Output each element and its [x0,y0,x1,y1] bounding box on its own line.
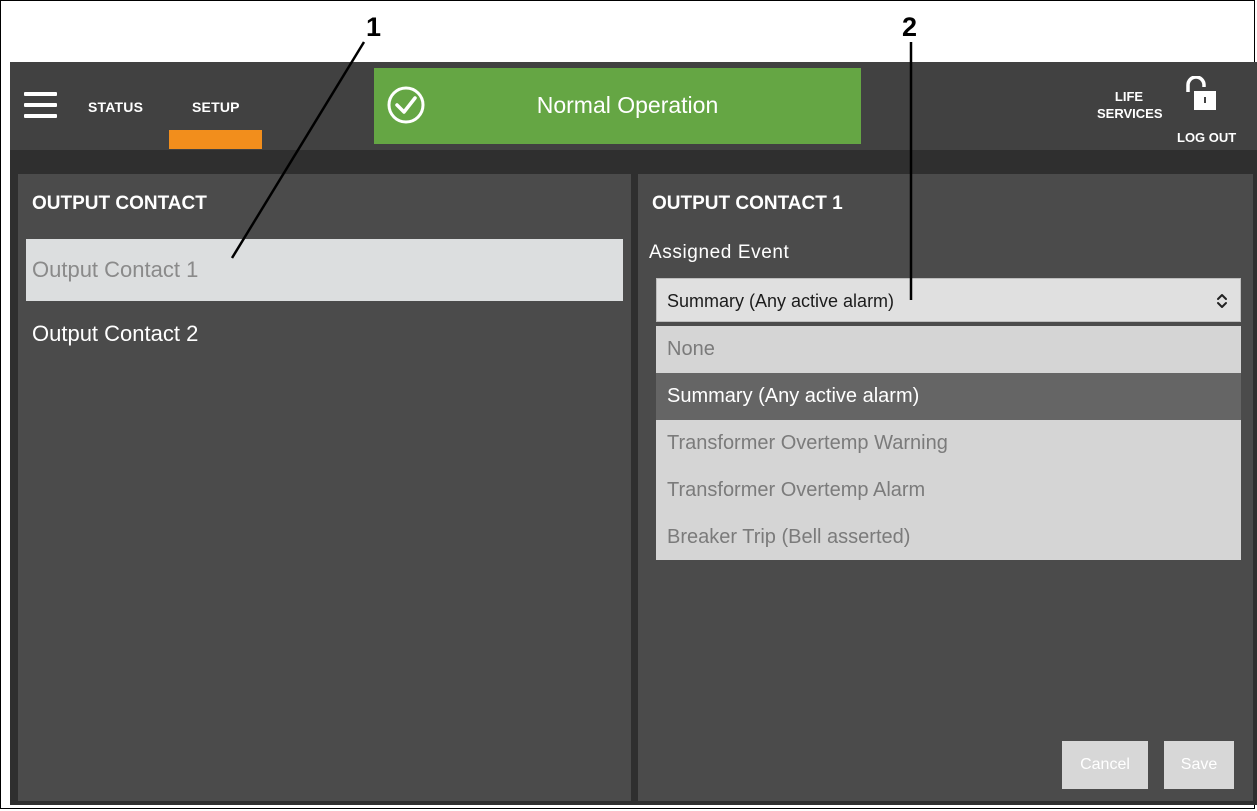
status-banner-text: Normal Operation [536,92,719,118]
output-contact-list-panel: OUTPUT CONTACT Output Contact 1 Output C… [18,174,631,801]
detail-title: OUTPUT CONTACT 1 [652,193,843,214]
option-none[interactable]: None [656,326,1241,373]
status-banner: Normal Operation [374,68,861,144]
active-tab-indicator [169,130,262,149]
life-services-line-1: LIFE [1114,89,1144,104]
option-transformer-overtemp-warning[interactable]: Transformer Overtemp Warning [656,420,1241,467]
logout-button[interactable]: LOG OUT [1177,130,1236,145]
list-item-output-contact-1[interactable]: Output Contact 1 [26,239,623,301]
panel-title: OUTPUT CONTACT [32,193,207,214]
output-contact-detail-panel: OUTPUT CONTACT 1 Assigned Event Summary … [638,174,1253,801]
life-services-link[interactable]: LIFE SERVICES [1097,88,1163,122]
option-breaker-trip[interactable]: Breaker Trip (Bell asserted) [656,514,1241,561]
callout-2: 2 [902,12,918,42]
list-item-output-contact-2[interactable]: Output Contact 2 [26,303,623,365]
top-navigation-bar: STATUS SETUP Normal Operation LIFE SERVI… [10,62,1257,150]
assigned-event-select[interactable]: Summary (Any active alarm) [656,278,1241,322]
cancel-button[interactable]: Cancel [1062,741,1148,789]
assigned-event-options: None Summary (Any active alarm) Transfor… [656,326,1241,560]
tab-status[interactable]: STATUS [88,99,143,115]
option-transformer-overtemp-alarm[interactable]: Transformer Overtemp Alarm [656,467,1241,514]
select-value: Summary (Any active alarm) [667,291,895,311]
life-services-line-2: SERVICES [1097,106,1163,121]
option-summary[interactable]: Summary (Any active alarm) [656,373,1241,420]
select-arrows-icon [1217,294,1227,308]
tab-setup[interactable]: SETUP [192,99,240,115]
save-button[interactable]: Save [1164,741,1234,789]
menu-icon[interactable] [24,92,57,120]
unlock-icon[interactable] [1184,76,1218,112]
assigned-event-label: Assigned Event [649,242,790,263]
callout-1: 1 [366,12,382,42]
